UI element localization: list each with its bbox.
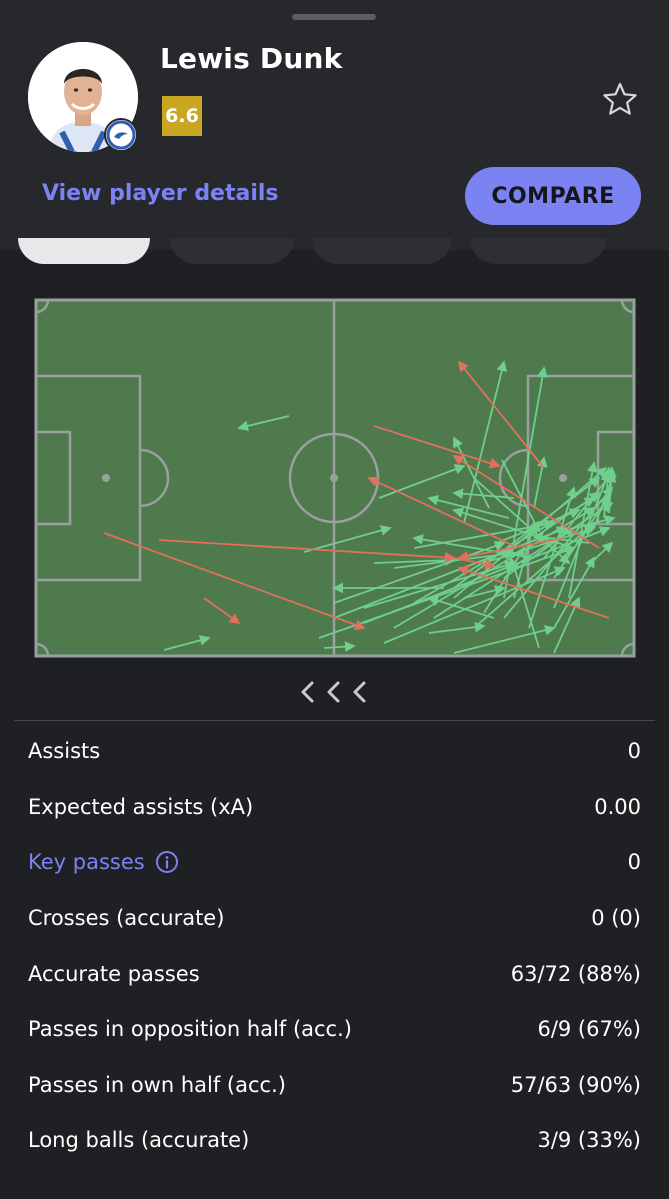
player-name: Lewis Dunk xyxy=(160,42,343,75)
info-icon[interactable] xyxy=(155,850,179,874)
key-passes-label[interactable]: Key passes xyxy=(28,850,179,874)
stat-value: 6/9 (67%) xyxy=(537,1017,641,1041)
pass-map-pitch xyxy=(34,298,636,658)
stat-value: 0 xyxy=(627,850,641,874)
tab-pill[interactable] xyxy=(312,238,452,264)
stat-label: Passes in opposition half (acc.) xyxy=(28,1017,352,1041)
stat-label: Crosses (accurate) xyxy=(28,906,225,930)
star-outline-icon xyxy=(603,82,637,115)
view-player-details-link[interactable]: View player details xyxy=(42,181,279,206)
stat-row-assists: Assists 0 xyxy=(28,731,641,771)
tab-pill-active[interactable] xyxy=(18,238,150,264)
stat-value: 57/63 (90%) xyxy=(510,1073,641,1097)
stat-label: Accurate passes xyxy=(28,962,200,986)
stat-value: 0 xyxy=(627,739,641,763)
stat-value: 3/9 (33%) xyxy=(537,1128,641,1152)
club-badge-icon xyxy=(104,118,138,152)
stat-row-passes-opposition-half: Passes in opposition half (acc.) 6/9 (67… xyxy=(28,1009,641,1049)
chevron-left-icon xyxy=(301,681,366,703)
stat-row-long-balls: Long balls (accurate) 3/9 (33%) xyxy=(28,1120,641,1160)
favorite-button[interactable] xyxy=(600,80,640,120)
stat-label: Key passes xyxy=(28,850,145,874)
stat-value: 63/72 (88%) xyxy=(510,962,641,986)
sheet-drag-handle[interactable] xyxy=(292,14,376,20)
compare-button[interactable]: COMPARE xyxy=(465,167,641,225)
stat-row-passes-own-half: Passes in own half (acc.) 57/63 (90%) xyxy=(28,1065,641,1105)
stat-value: 0.00 xyxy=(594,795,641,819)
stat-label: Assists xyxy=(28,739,101,763)
stat-value: 0 (0) xyxy=(591,906,641,930)
pass-map xyxy=(34,298,636,658)
section-divider xyxy=(14,720,655,721)
carousel-scroll-hint[interactable] xyxy=(296,678,374,706)
stat-label: Expected assists (xA) xyxy=(28,795,254,819)
stat-row-crosses: Crosses (accurate) 0 (0) xyxy=(28,898,641,938)
tab-pill[interactable] xyxy=(470,238,606,264)
stat-row-accurate-passes: Accurate passes 63/72 (88%) xyxy=(28,954,641,994)
tab-pill[interactable] xyxy=(170,238,294,264)
stat-label: Passes in own half (acc.) xyxy=(28,1073,286,1097)
stat-row-expected-assists: Expected assists (xA) 0.00 xyxy=(28,787,641,827)
stat-row-key-passes[interactable]: Key passes 0 xyxy=(28,842,641,882)
stat-label: Long balls (accurate) xyxy=(28,1128,250,1152)
rating-badge: 6.6 xyxy=(162,96,202,136)
